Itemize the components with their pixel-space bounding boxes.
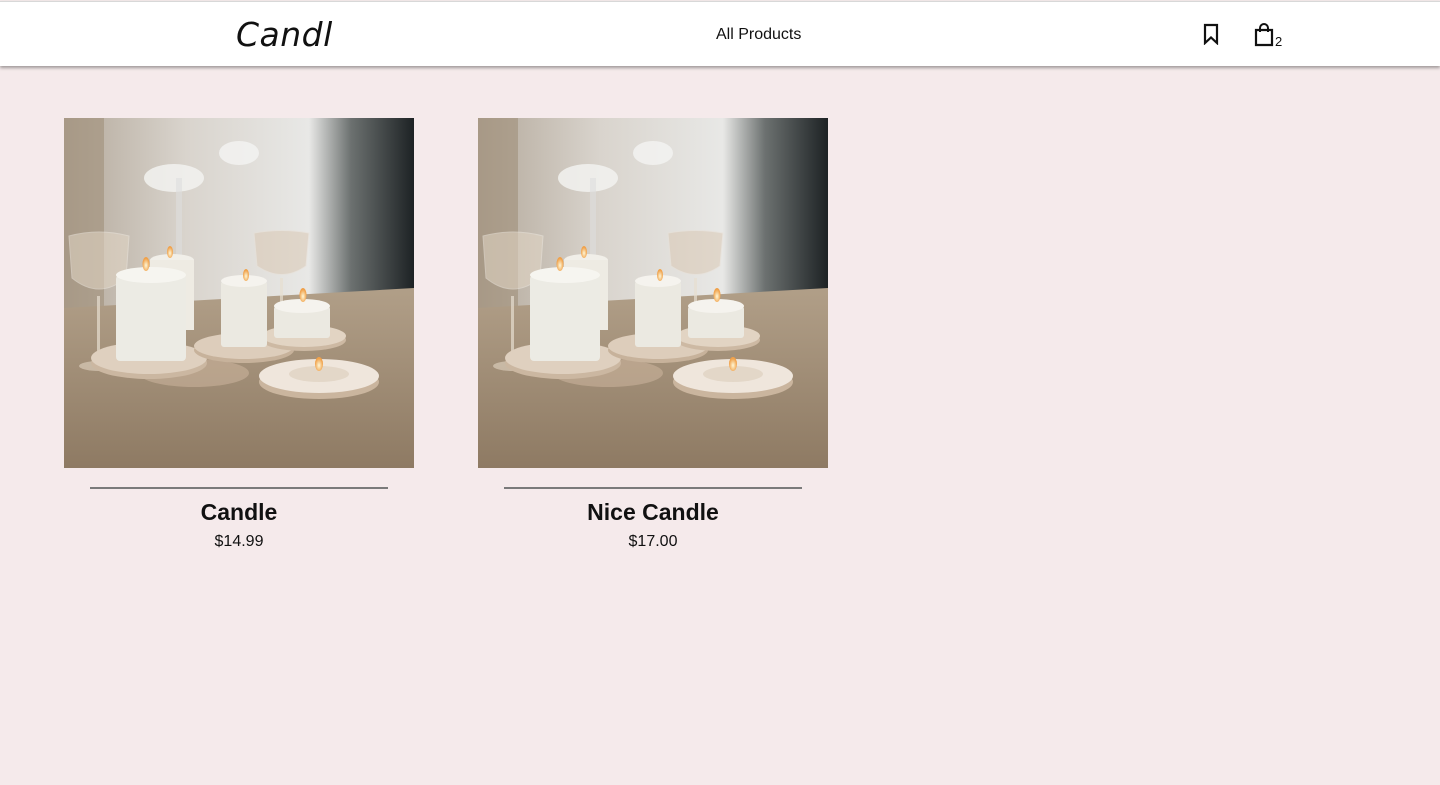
product-image[interactable] xyxy=(64,118,414,468)
product-name[interactable]: Candle xyxy=(64,497,414,527)
brand-logo[interactable]: Candl xyxy=(236,15,333,55)
product-name[interactable]: Nice Candle xyxy=(478,497,828,527)
product-divider xyxy=(504,487,802,489)
bookmark-icon[interactable] xyxy=(1202,23,1220,45)
candles-photo xyxy=(478,118,828,468)
site-header: Candl All Products 2 xyxy=(0,1,1440,66)
nav-all-products[interactable]: All Products xyxy=(716,25,801,45)
product-card[interactable]: Candle $14.99 xyxy=(64,118,414,550)
product-card[interactable]: Nice Candle $17.00 xyxy=(478,118,828,550)
candles-photo xyxy=(64,118,414,468)
product-price: $14.99 xyxy=(214,533,264,550)
shopping-bag-icon[interactable] xyxy=(1254,23,1274,47)
product-price: $17.00 xyxy=(628,533,678,550)
product-image[interactable] xyxy=(478,118,828,468)
product-divider xyxy=(90,487,388,489)
cart-count-badge: 2 xyxy=(1275,34,1283,49)
